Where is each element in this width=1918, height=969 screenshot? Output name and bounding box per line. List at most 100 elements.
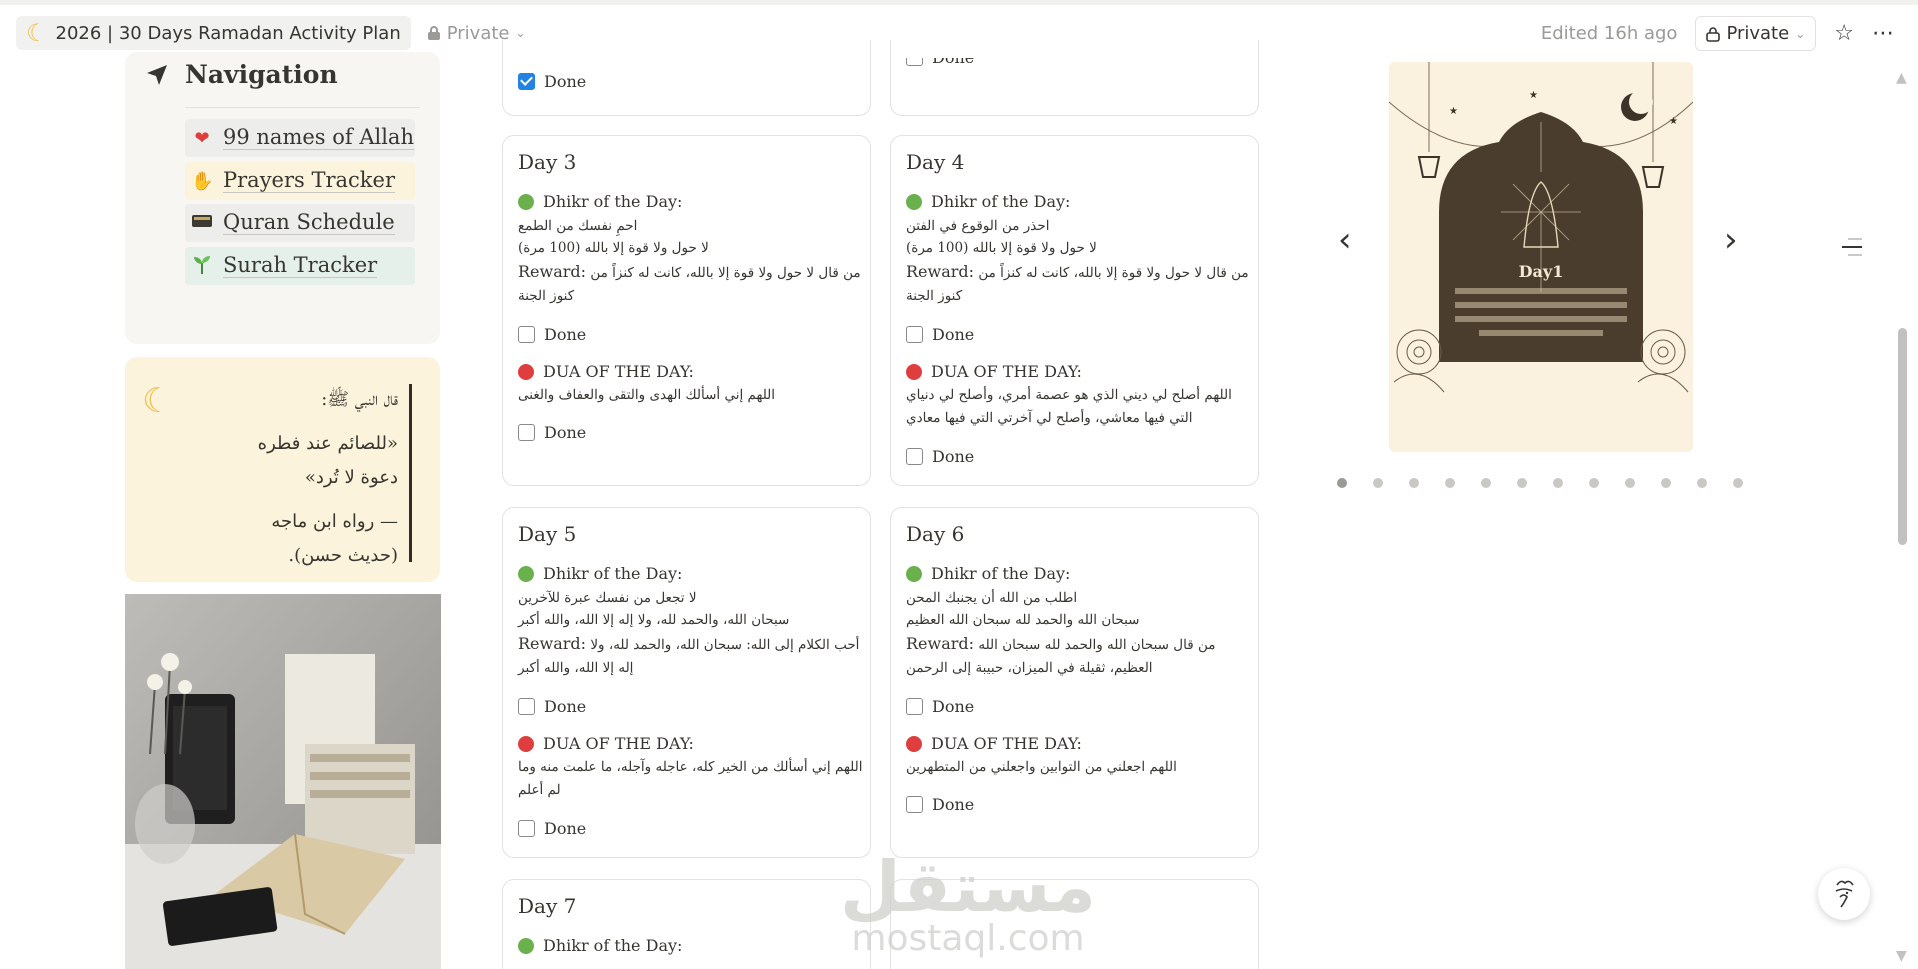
dhikr-line: سبحان الله والحمد لله سبحان الله العظيم: [906, 612, 1140, 628]
day-title: Day 6: [906, 522, 965, 546]
top-actions: Edited 16h ago Private ⌄ ☆ ⋯: [1541, 16, 1894, 51]
green-circle-icon: [518, 193, 534, 210]
reward-label: Reward:: [518, 634, 587, 653]
nav-item-quran-schedule[interactable]: Quran Schedule: [185, 204, 415, 242]
done-checkbox[interactable]: [518, 698, 535, 715]
hand-icon: ✋: [191, 170, 214, 192]
reward: Reward: من قال سبحان الله والحمد لله سبح…: [906, 632, 1251, 680]
done-label: Done: [544, 72, 587, 91]
carousel-dot[interactable]: [1373, 478, 1383, 488]
nav-item-label: Quran Schedule: [223, 209, 395, 236]
done-row: Done: [518, 697, 586, 716]
done-checkbox[interactable]: [906, 326, 923, 343]
day-title: Day 4: [906, 150, 965, 174]
dua-text: اللهم اجعلني من التوابين واجعلني من المت…: [906, 759, 1177, 775]
dhikr-line: لا حول ولا قوة إلا بالله (100 مرة): [906, 240, 1097, 256]
dua-text: اللهم إني أسألك من الخير كله، عاجله وآجل…: [518, 759, 863, 798]
reward-label: Reward:: [906, 634, 975, 653]
done-checkbox[interactable]: [906, 796, 923, 813]
dua-text: اللهم أصلح لي ديني الذي هو عصمة أمري، وأ…: [906, 387, 1232, 426]
page-title: 2026 | 30 Days Ramadan Activity Plan: [55, 22, 401, 44]
done-label: Done: [932, 48, 975, 67]
done-label: Done: [544, 423, 587, 442]
day-title: Day 3: [518, 150, 577, 174]
carousel-dot[interactable]: [1409, 478, 1419, 488]
done-checkbox[interactable]: [518, 424, 535, 441]
done-checkbox[interactable]: [906, 698, 923, 715]
red-circle-icon: [906, 363, 922, 380]
done-label: Done: [544, 325, 587, 344]
scroll-down-icon[interactable]: ▼: [1896, 948, 1907, 964]
more-options-icon[interactable]: ⋯: [1872, 22, 1894, 45]
dhikr-row: Dhikr of the Day:: [518, 192, 682, 211]
carousel-dot[interactable]: [1697, 478, 1707, 488]
carousel-dot[interactable]: [1517, 478, 1527, 488]
dua-label: DUA OF THE DAY:: [931, 362, 1082, 381]
heart-letter-icon: ❤: [194, 127, 210, 149]
scrollbar-thumb[interactable]: [1898, 328, 1907, 545]
carousel-dot[interactable]: [1337, 478, 1347, 488]
nav-item-prayers-tracker[interactable]: ✋ Prayers Tracker: [185, 162, 415, 200]
done-label: Done: [544, 697, 587, 716]
done-row: Done: [518, 423, 586, 442]
carousel-prev-icon[interactable]: ‹: [1338, 220, 1352, 260]
breadcrumb-privacy-label: Private: [446, 22, 510, 44]
carousel-dot[interactable]: [1733, 478, 1743, 488]
help-face-icon: [1835, 880, 1854, 908]
chevron-down-icon: ⌄: [1795, 26, 1806, 41]
scroll-up-icon[interactable]: ▲: [1896, 70, 1907, 86]
done-row: Done: [906, 697, 974, 716]
hadith-line: قال النبي ﷺ:: [321, 389, 398, 410]
svg-text:★: ★: [1449, 106, 1458, 117]
dhikr-row: Dhikr of the Day:: [906, 192, 1070, 211]
reward-label: Reward:: [906, 262, 975, 281]
share-privacy-button[interactable]: Private ⌄: [1695, 16, 1817, 51]
carousel-dot[interactable]: [1589, 478, 1599, 488]
done-label: Done: [932, 697, 975, 716]
table-of-contents-icon[interactable]: [1842, 238, 1862, 262]
carousel-dot[interactable]: [1445, 478, 1455, 488]
reward: Reward: من قال لا حول ولا قوة إلا بالله،…: [906, 260, 1251, 308]
crescent-moon-icon: ☾: [142, 381, 173, 421]
watermark-latin: mostaql.com: [851, 918, 1085, 959]
dua-row: DUA OF THE DAY:: [518, 362, 694, 381]
lock-icon: [1706, 26, 1721, 42]
breadcrumb-page[interactable]: ☾ 2026 | 30 Days Ramadan Activity Plan: [16, 16, 411, 50]
dua-label: DUA OF THE DAY:: [931, 734, 1082, 753]
dhikr-row: Dhikr of the Day:: [518, 936, 682, 955]
carousel-dot[interactable]: [1625, 478, 1635, 488]
day-card-6: Day 6 Dhikr of the Day: اطلب من الله أن …: [890, 507, 1259, 858]
done-label: Done: [544, 819, 587, 838]
done-row: Done: [906, 325, 974, 344]
dua-row: DUA OF THE DAY:: [906, 734, 1082, 753]
done-checkbox[interactable]: [518, 326, 535, 343]
done-row: Done: [906, 447, 974, 466]
nav-item-99-names[interactable]: ❤ 99 names of Allah: [185, 119, 415, 157]
divider: [185, 107, 420, 108]
done-checkbox[interactable]: [906, 448, 923, 465]
done-checkbox[interactable]: [518, 73, 535, 90]
green-circle-icon: [906, 565, 922, 582]
star-icon[interactable]: ☆: [1834, 22, 1854, 45]
svg-text:★: ★: [1669, 116, 1678, 127]
help-button[interactable]: [1818, 868, 1870, 920]
done-label: Done: [932, 447, 975, 466]
nav-item-surah-tracker[interactable]: Surah Tracker: [185, 247, 415, 285]
dua-row: DUA OF THE DAY:: [518, 734, 694, 753]
carousel-next-icon[interactable]: ›: [1724, 220, 1738, 260]
done-checkbox[interactable]: [518, 820, 535, 837]
dhikr-line: احمِ نفسك من الطمع: [518, 218, 638, 234]
done-row: Done: [906, 48, 975, 67]
carousel-dot[interactable]: [1661, 478, 1671, 488]
dua-label: DUA OF THE DAY:: [543, 734, 694, 753]
navigation-header: Navigation: [145, 60, 338, 89]
share-privacy-label: Private: [1726, 23, 1790, 44]
reward-label: Reward:: [518, 262, 587, 281]
carousel-dot[interactable]: [1553, 478, 1563, 488]
dhikr-line: احذر من الوقوع في الفتن: [906, 218, 1050, 234]
day-card-5: Day 5 Dhikr of the Day: لا تجعل من نفسك …: [502, 507, 871, 858]
carousel-dot[interactable]: [1481, 478, 1491, 488]
dhikr-label: Dhikr of the Day:: [931, 192, 1071, 211]
done-checkbox[interactable]: [906, 58, 923, 66]
svg-text:★: ★: [1529, 90, 1538, 101]
